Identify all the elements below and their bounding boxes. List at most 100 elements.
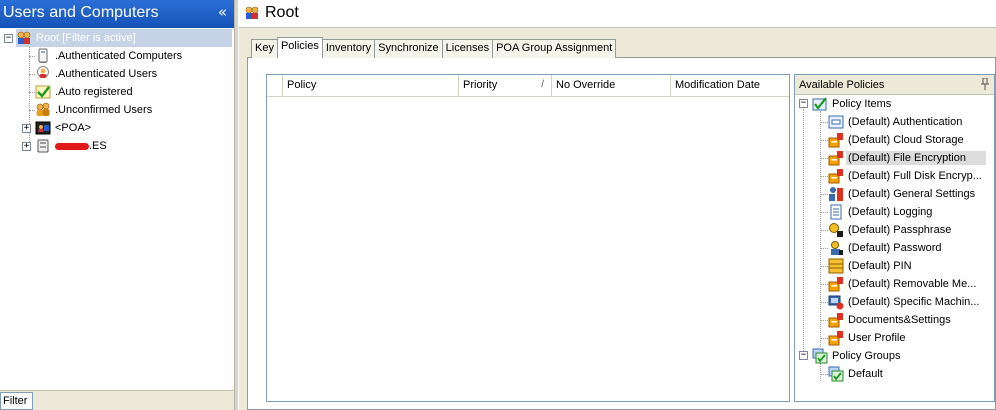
filter-tab[interactable]: Filter xyxy=(0,392,33,410)
policy-item[interactable]: (Default) Removable Me... xyxy=(828,275,978,293)
user-profile-icon xyxy=(828,330,844,346)
policy-groups-icon xyxy=(812,348,828,364)
cloud-storage-icon xyxy=(828,132,844,148)
tree-item-unconfirmed-users[interactable]: .Unconfirmed Users xyxy=(35,101,154,119)
tab-inventory[interactable]: Inventory xyxy=(321,39,376,58)
row-selector-column xyxy=(267,75,283,97)
tree-line xyxy=(820,266,828,267)
tree-line xyxy=(820,111,821,347)
policy-item-label: (Default) PIN xyxy=(848,260,912,272)
policy-items-group[interactable]: Policy Items xyxy=(812,95,893,113)
collapse-panel-button[interactable]: « xyxy=(218,3,227,21)
policy-item[interactable]: (Default) Specific Machin... xyxy=(828,293,981,311)
tree-collapse-toggle[interactable]: − xyxy=(4,34,13,43)
sort-indicator-icon: / xyxy=(541,79,544,90)
redacted-text xyxy=(55,142,89,150)
policy-group-icon xyxy=(828,366,844,382)
tab-key[interactable]: Key xyxy=(251,39,278,58)
policy-item-label: (Default) File Encryption xyxy=(846,151,986,165)
root-header: Root xyxy=(239,0,996,28)
tree-line xyxy=(820,302,828,303)
documents-settings-icon xyxy=(828,312,844,328)
pin-icon[interactable] xyxy=(981,78,989,90)
policy-item[interactable]: (Default) Cloud Storage xyxy=(828,131,966,149)
tab-synchronize[interactable]: Synchronize xyxy=(374,39,443,58)
group-collapse-toggle[interactable]: − xyxy=(799,351,808,360)
policy-item[interactable]: Documents&Settings xyxy=(828,311,953,329)
column-header-modification-date[interactable]: Modification Date xyxy=(671,75,789,97)
policy-item-label: (Default) Password xyxy=(848,242,942,254)
users-icon xyxy=(35,102,51,118)
tab-licenses[interactable]: Licenses xyxy=(441,39,494,58)
policy-item[interactable]: User Profile xyxy=(828,329,907,347)
policy-item[interactable]: (Default) General Settings xyxy=(828,185,977,203)
policy-item[interactable]: (Default) Logging xyxy=(828,203,934,221)
tree-root-node[interactable]: Root [Filter is active] xyxy=(16,29,232,47)
removable-media-icon xyxy=(828,276,844,292)
file-encryption-icon xyxy=(828,150,844,166)
policy-groups-group[interactable]: Policy Groups xyxy=(812,347,902,365)
check-icon xyxy=(35,84,51,100)
tab-content: Policy Priority / No Override Modificati… xyxy=(247,57,996,410)
policy-item-label: (Default) Removable Me... xyxy=(848,278,977,290)
tree-line xyxy=(820,122,828,123)
tree-expand-toggle[interactable]: + xyxy=(22,124,31,133)
domain-icon xyxy=(35,138,51,154)
column-header-label: Priority xyxy=(463,79,498,91)
policy-item[interactable]: (Default) File Encryption xyxy=(828,149,986,167)
policy-item[interactable]: (Default) Password xyxy=(828,239,944,257)
policy-grid: Policy Priority / No Override Modificati… xyxy=(266,74,790,402)
group-label: Policy Groups xyxy=(832,350,901,362)
tab-poa-group-assignment[interactable]: POA Group Assignment xyxy=(492,39,617,58)
tree-expand-toggle[interactable]: + xyxy=(22,142,31,151)
tab-strip: Key Policies Inventory Synchronize Licen… xyxy=(251,37,617,58)
policy-item-label: Documents&Settings xyxy=(848,314,951,326)
password-icon xyxy=(828,240,844,256)
tree-item-domain[interactable]: .ES xyxy=(35,137,109,155)
tree-line xyxy=(820,212,828,213)
group-label: Policy Items xyxy=(832,98,892,110)
users-computers-tree: − Root [Filter is active] .Authenticated… xyxy=(0,28,234,388)
grid-header: Policy Priority / No Override Modificati… xyxy=(267,75,789,97)
tree-line xyxy=(820,230,828,231)
tree-item-authenticated-computers[interactable]: .Authenticated Computers xyxy=(35,47,184,65)
policy-item[interactable]: (Default) Full Disk Encryp... xyxy=(828,167,984,185)
policy-item-label: (Default) Specific Machin... xyxy=(848,296,980,308)
tree-line xyxy=(803,109,804,357)
group-collapse-toggle[interactable]: − xyxy=(799,99,808,108)
policy-group-label: Default xyxy=(848,368,883,380)
tree-line xyxy=(820,284,828,285)
tree-item-label: .ES xyxy=(89,140,107,152)
root-detail-panel: Root Policy Priority / No Override Modif… xyxy=(239,0,996,410)
filter-bar: Filter xyxy=(0,390,234,410)
column-header-no-override[interactable]: No Override xyxy=(552,75,671,97)
tree-line xyxy=(820,194,828,195)
available-policies-panel: Available Policies − Policy Items (Defau… xyxy=(794,74,995,402)
tree-item-authenticated-users[interactable]: .Authenticated Users xyxy=(35,65,159,83)
tree-item-poa[interactable]: <POA> xyxy=(35,119,93,137)
policy-item-label: (Default) General Settings xyxy=(848,188,976,200)
tab-policies[interactable]: Policies xyxy=(276,37,323,58)
policy-group-item[interactable]: Default xyxy=(828,365,885,383)
policy-item[interactable]: (Default) Passphrase xyxy=(828,221,953,239)
policy-item-label: User Profile xyxy=(848,332,906,344)
tree-line xyxy=(820,140,828,141)
column-header-priority[interactable]: Priority / xyxy=(459,75,552,97)
tree-line xyxy=(820,338,828,339)
tree-item-label: .Auto registered xyxy=(55,86,133,98)
policy-item[interactable]: (Default) PIN xyxy=(828,257,914,275)
available-policies-header: Available Policies xyxy=(795,75,994,95)
root-users-icon xyxy=(244,5,260,21)
tree-item-label: .Authenticated Computers xyxy=(55,50,183,62)
user-icon xyxy=(35,66,51,82)
policy-item-label: (Default) Logging xyxy=(848,206,933,218)
tree-item-label: .Authenticated Users xyxy=(55,68,158,80)
tree-item-auto-registered[interactable]: .Auto registered xyxy=(35,83,135,101)
policy-items-icon xyxy=(812,96,828,112)
tree-line xyxy=(820,363,821,381)
users-and-computers-panel: Users and Computers « − Root [Filter is … xyxy=(0,0,234,410)
column-header-policy[interactable]: Policy xyxy=(283,75,459,97)
tree-line xyxy=(820,158,828,159)
logging-icon xyxy=(828,204,844,220)
policy-item[interactable]: (Default) Authentication xyxy=(828,113,964,131)
